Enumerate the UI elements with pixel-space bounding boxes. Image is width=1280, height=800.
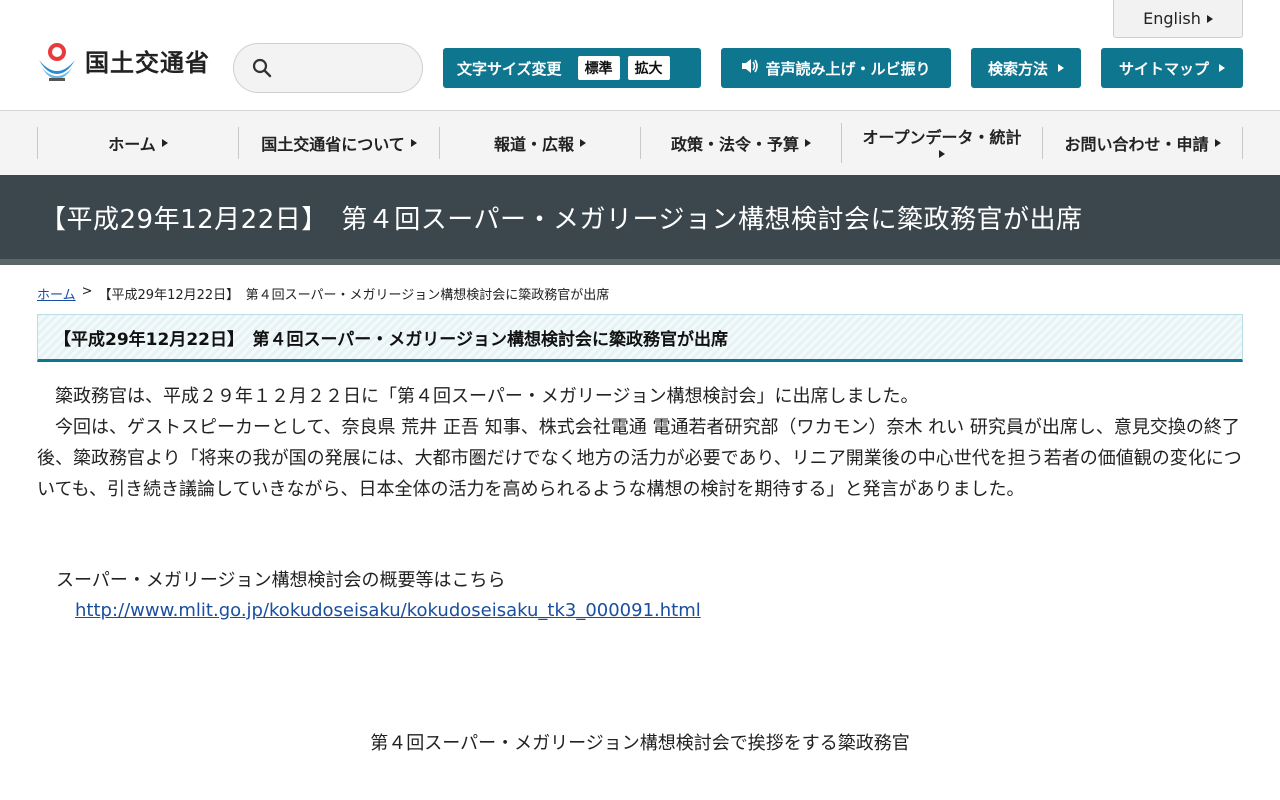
arrow-right-icon [580, 139, 586, 147]
nav-item-contact[interactable]: お問い合わせ・申請 [1042, 127, 1243, 159]
search-method-button[interactable]: 検索方法 [971, 48, 1081, 88]
nav-item-label: お問い合わせ・申請 [1064, 135, 1209, 154]
overview-link[interactable]: http://www.mlit.go.jp/kokudoseisaku/koku… [75, 597, 701, 625]
nav-item-label: オープンデータ・統計 [862, 128, 1022, 147]
speech-ruby-label: 音声読み上げ・ルビ振り [765, 59, 931, 78]
nav-item-home[interactable]: ホーム [37, 127, 238, 159]
breadcrumb-separator: > [81, 284, 93, 299]
search-method-label: 検索方法 [987, 59, 1048, 78]
arrow-right-icon [1219, 64, 1225, 72]
mlit-logo-icon [37, 38, 77, 82]
sitemap-label: サイトマップ [1118, 59, 1209, 78]
font-size-label: 文字サイズ変更 [457, 59, 562, 78]
article-body: 簗政務官は、平成２９年１２月２２日に「第４回スーパー・メガリージョン構想検討会」… [37, 381, 1243, 505]
nav-item-label: ホーム [108, 135, 156, 154]
nav-item-about[interactable]: 国土交通省について [238, 127, 439, 159]
nav-item-label: 政策・法令・予算 [670, 135, 799, 154]
nav-item-opendata[interactable]: オープンデータ・統計 [841, 123, 1042, 163]
search-input[interactable] [282, 54, 412, 82]
article-heading-box: 【平成29年12月22日】 第４回スーパー・メガリージョン構想検討会に簗政務官が… [37, 314, 1243, 362]
page-title: 【平成29年12月22日】 第４回スーパー・メガリージョン構想検討会に簗政務官が… [40, 204, 1083, 235]
sitemap-button[interactable]: サイトマップ [1101, 48, 1243, 88]
article-paragraph: 簗政務官は、平成２９年１２月２２日に「第４回スーパー・メガリージョン構想検討会」… [55, 386, 919, 407]
photo-caption: 第４回スーパー・メガリージョン構想検討会で挨拶をする簗政務官 [370, 733, 910, 754]
page-title-band: 【平成29年12月22日】 第４回スーパー・メガリージョン構想検討会に簗政務官が… [0, 175, 1280, 265]
speech-ruby-button[interactable]: 音声読み上げ・ルビ振り [721, 48, 951, 88]
font-size-control: 文字サイズ変更 標準 拡大 [443, 48, 701, 88]
english-label: English [1143, 9, 1201, 28]
arrow-right-icon [1058, 64, 1064, 72]
nav-item-press[interactable]: 報道・広報 [439, 127, 640, 159]
nav-item-label: 報道・広報 [493, 135, 574, 154]
site-header: 国土交通省 文字サイズ変更 標準 拡大 音声読み上げ・ルビ振り 検索方法 サイト… [0, 0, 1280, 111]
article-paragraph: 今回は、ゲストスピーカーとして、奈良県 荒井 正吾 知事、株式会社電通 電通若者… [37, 417, 1242, 500]
breadcrumb-current: 【平成29年12月22日】 第４回スーパー・メガリージョン構想検討会に簗政務官が… [98, 288, 610, 303]
english-button[interactable]: English [1113, 0, 1243, 38]
arrow-right-icon [805, 139, 811, 147]
font-size-large-button[interactable]: 拡大 [627, 56, 670, 80]
global-nav: ホーム 国土交通省について 報道・広報 政策・法令・予算 オープンデータ・統計 … [0, 111, 1280, 175]
arrow-right-icon [939, 150, 945, 158]
logo-text: 国土交通省 [85, 48, 210, 77]
nav-item-policy[interactable]: 政策・法令・予算 [640, 127, 841, 159]
font-size-standard-button[interactable]: 標準 [577, 56, 620, 80]
nav-item-label: 国土交通省について [261, 135, 405, 154]
search-box[interactable] [233, 43, 423, 93]
arrow-right-icon [410, 139, 417, 147]
link-intro-text: スーパー・メガリージョン構想検討会の概要等はこちら [56, 570, 506, 591]
article-heading: 【平成29年12月22日】 第４回スーパー・メガリージョン構想検討会に簗政務官が… [54, 329, 728, 350]
arrow-right-icon [1214, 139, 1221, 147]
site-logo[interactable]: 国土交通省 [37, 38, 210, 82]
arrow-right-icon [1206, 14, 1213, 23]
breadcrumb: ホーム > 【平成29年12月22日】 第４回スーパー・メガリージョン構想検討会… [37, 284, 609, 303]
search-icon[interactable] [252, 58, 272, 78]
breadcrumb-home-link[interactable]: ホーム [37, 284, 76, 303]
speaker-icon [741, 58, 759, 78]
arrow-right-icon [161, 139, 168, 147]
